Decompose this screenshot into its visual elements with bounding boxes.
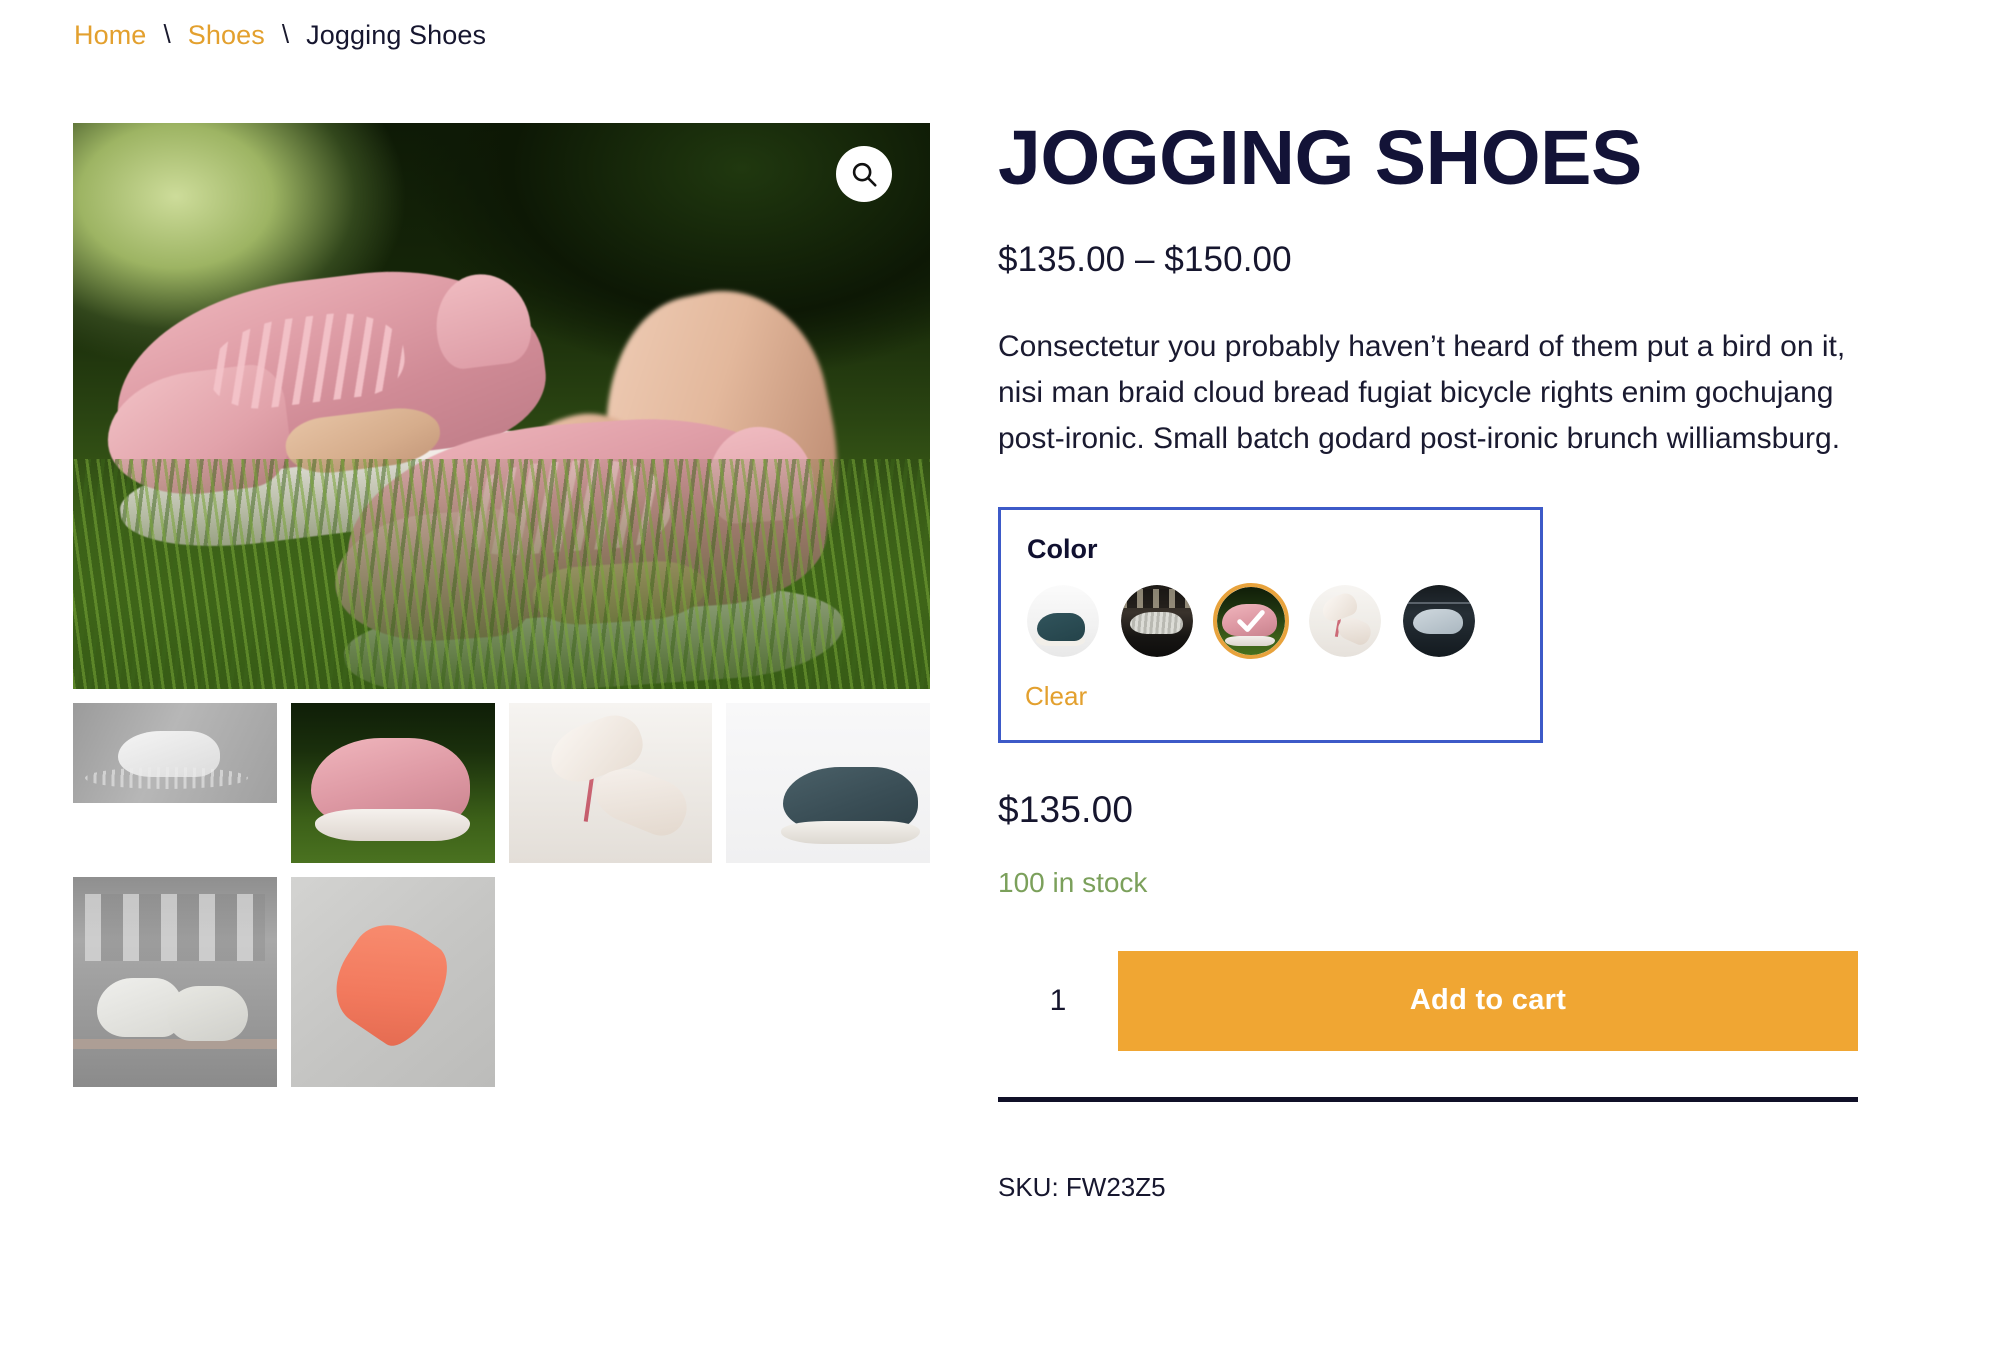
- color-swatch-list: [1025, 582, 1516, 659]
- thumbnail-item[interactable]: [290, 877, 495, 1087]
- color-swatch-grey-sneaker[interactable]: [1401, 583, 1477, 659]
- product-content: Jogging Shoes $135.00 – $150.00 Consecte…: [0, 0, 2000, 1357]
- color-swatch-pink-jogging-shoe[interactable]: [1213, 582, 1289, 659]
- meta-divider: [998, 1096, 1858, 1102]
- add-to-cart-button[interactable]: Add to cart: [1118, 950, 1858, 1051]
- variation-form: Color Clear: [998, 506, 1543, 743]
- product-page: Home \ Shoes \ Jogging Shoes JOGGING SHO…: [0, 0, 2000, 1357]
- color-swatch-teal-sneaker[interactable]: [1025, 583, 1101, 659]
- thumbnail-list: [73, 703, 930, 1087]
- thumbnail-item[interactable]: [726, 703, 930, 863]
- color-swatch-patterned-sneaker[interactable]: [1119, 583, 1195, 659]
- thumbnail-item[interactable]: [73, 877, 277, 1087]
- check-icon: [1217, 587, 1285, 655]
- product-description: Consectetur you probably haven’t heard o…: [998, 330, 1846, 456]
- quantity-input[interactable]: [998, 950, 1118, 1051]
- stock-status: 100 in stock: [998, 866, 1148, 898]
- search-icon[interactable]: [836, 146, 892, 202]
- sku-text: SKU: FW23Z5: [998, 1171, 1166, 1202]
- color-swatch-pastel-sneaker[interactable]: [1307, 583, 1383, 659]
- thumbnail-item[interactable]: [290, 703, 495, 863]
- page-title: Jogging Shoes: [998, 115, 1642, 201]
- thumbnail-item[interactable]: [73, 703, 277, 803]
- product-summary: Jogging Shoes $135.00 – $150.00 Consecte…: [998, 120, 1858, 1203]
- add-to-cart-form: Add to cart: [998, 950, 1858, 1051]
- product-gallery: [73, 123, 930, 1087]
- price-range: $135.00 – $150.00: [998, 240, 1292, 279]
- clear-selection-link[interactable]: Clear: [1025, 681, 1087, 712]
- grass-foreground: [73, 459, 930, 689]
- thumbnail-item[interactable]: [508, 703, 713, 863]
- color-attribute-label: Color: [1027, 533, 1098, 564]
- main-product-image[interactable]: [73, 123, 930, 689]
- selected-variation-price: $135.00: [998, 788, 1134, 830]
